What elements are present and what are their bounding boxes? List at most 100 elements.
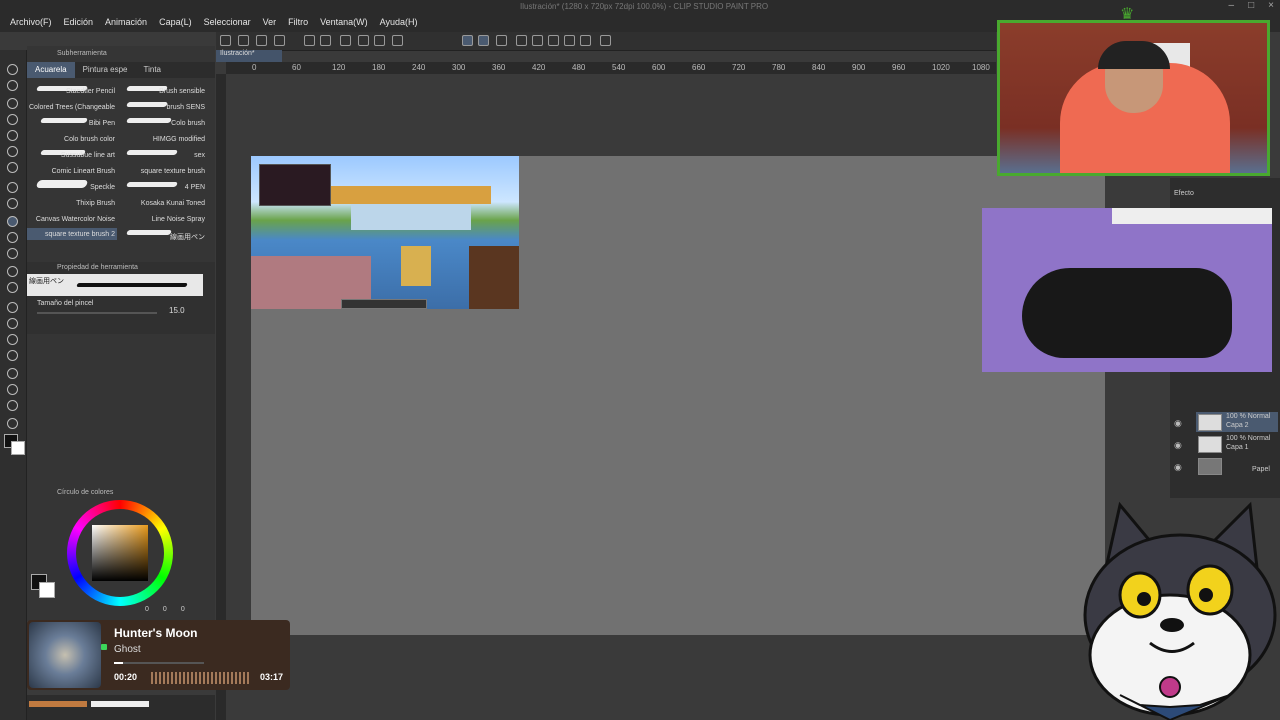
brush-item[interactable]: Canvas Watercolor Noise <box>27 216 115 223</box>
layer-row[interactable]: 100 % Normal Capa 2 <box>1196 412 1278 432</box>
brush-item[interactable]: Sussubue line art <box>27 152 115 159</box>
menu-animacion[interactable]: Animación <box>99 12 153 32</box>
menu-seleccionar[interactable]: Seleccionar <box>198 12 257 32</box>
fit-icon[interactable] <box>548 35 559 46</box>
brush-item-selected[interactable]: square texture brush 2 <box>27 231 115 238</box>
document-tab[interactable]: Ilustración* <box>216 50 282 62</box>
brush-item[interactable]: 線画用ペン <box>117 232 205 242</box>
brush-item[interactable]: HIMGG modified <box>117 136 205 143</box>
magic-wand-icon[interactable] <box>7 146 18 157</box>
move-icon[interactable] <box>564 35 575 46</box>
pencil-tool-icon[interactable] <box>7 198 18 209</box>
fill-icon[interactable] <box>374 35 385 46</box>
tab-pintura-espesa[interactable]: Pintura espe <box>75 62 136 78</box>
sub-color-swatch[interactable] <box>39 582 55 598</box>
color-wheel[interactable] <box>67 500 173 606</box>
brush-item[interactable]: Thixip Brush <box>27 200 115 207</box>
brush-item[interactable]: brush SENS <box>117 104 205 111</box>
horizontal-ruler: 0 60 120 180 240 300 360 420 480 540 600 660 720 780 8… <box>226 62 996 74</box>
reference-icon[interactable] <box>580 35 591 46</box>
open-file-icon[interactable] <box>238 35 249 46</box>
brush-item[interactable]: Kosaka Kunai Toned <box>117 200 205 207</box>
layer-row[interactable]: Papel <box>1196 456 1278 476</box>
menu-ayuda[interactable]: Ayuda(H) <box>374 12 424 32</box>
eyedropper-icon[interactable] <box>7 162 18 173</box>
pen-tool-icon[interactable] <box>7 182 18 193</box>
zoom-tool-icon[interactable] <box>7 64 18 75</box>
brush-size-slider[interactable] <box>37 312 157 314</box>
brush-item[interactable]: Speckle <box>27 184 115 191</box>
ruler-tick-label: 0 <box>252 63 257 72</box>
export-icon[interactable] <box>274 35 285 46</box>
brush-item[interactable]: sex <box>117 152 205 159</box>
menu-edicion[interactable]: Edición <box>58 12 100 32</box>
lasso-tool-icon[interactable] <box>7 130 18 141</box>
brush-item[interactable]: Bibi Pen <box>27 120 115 127</box>
brush-tool-icon[interactable] <box>7 216 18 227</box>
minimize-icon[interactable]: – <box>1229 0 1235 11</box>
rotate-icon[interactable] <box>516 35 527 46</box>
operation-tool-icon[interactable] <box>7 114 18 125</box>
tab-tinta[interactable]: Tinta <box>136 62 170 78</box>
sub-color-swatch[interactable] <box>11 441 25 455</box>
brush-item[interactable]: square texture brush <box>117 168 205 175</box>
eraser-tool-icon[interactable] <box>7 266 18 277</box>
color-wheel-header[interactable]: Círculo de colores <box>57 489 113 496</box>
window-title: Ilustración* (1280 x 720px 72dpi 100.0%)… <box>520 2 769 11</box>
save-icon[interactable] <box>256 35 267 46</box>
saturation-value-square[interactable] <box>92 525 148 581</box>
menu-ver[interactable]: Ver <box>257 12 283 32</box>
cut-icon[interactable] <box>358 35 369 46</box>
tool-strip <box>0 50 27 720</box>
album-art <box>29 622 101 688</box>
snap-ruler-icon[interactable] <box>462 35 473 46</box>
brush-item[interactable]: Staedtler Pencil <box>27 88 115 95</box>
ruler-tool-icon[interactable] <box>7 368 18 379</box>
hand-tool-icon[interactable] <box>7 80 18 91</box>
settings-icon[interactable] <box>600 35 611 46</box>
gradient-tool-icon[interactable] <box>7 318 18 329</box>
subtool-panel: Subherramienta Acuarela Pintura espe Tin… <box>27 46 215 486</box>
brush-item[interactable]: 4 PEN <box>117 184 205 191</box>
blend-tool-icon[interactable] <box>7 282 18 293</box>
brush-item[interactable]: Colored Trees (Changeable <box>27 104 115 111</box>
menu-capa[interactable]: Capa(L) <box>153 12 198 32</box>
frame-tool-icon[interactable] <box>7 350 18 361</box>
ruler-tick-label: 480 <box>572 63 586 72</box>
ruler-tick-label: 600 <box>652 63 666 72</box>
brush-item[interactable]: Colo brush <box>117 120 205 127</box>
brush-item[interactable]: Line Noise Spray <box>117 216 205 223</box>
correct-line-icon[interactable] <box>7 418 18 429</box>
eye-icon[interactable]: ◉ <box>1174 418 1182 429</box>
fill-tool-icon[interactable] <box>7 302 18 313</box>
figure-tool-icon[interactable] <box>7 334 18 345</box>
snap-grid-icon[interactable] <box>478 35 489 46</box>
undo-icon[interactable] <box>304 35 315 46</box>
brush-item[interactable]: Brush sensible <box>117 88 205 95</box>
layer-row[interactable]: 100 % Normal Capa 1 <box>1196 434 1278 454</box>
brush-size-value[interactable]: 15.0 <box>169 306 185 315</box>
new-file-icon[interactable] <box>220 35 231 46</box>
redo-icon[interactable] <box>320 35 331 46</box>
menu-archivo[interactable]: Archivo(F) <box>4 12 58 32</box>
tab-acuarela[interactable]: Acuarela <box>27 62 75 78</box>
decoration-tool-icon[interactable] <box>7 248 18 259</box>
text-tool-icon[interactable] <box>7 384 18 395</box>
move-tool-icon[interactable] <box>7 98 18 109</box>
clear-icon[interactable] <box>340 35 351 46</box>
eye-icon[interactable]: ◉ <box>1174 440 1182 451</box>
close-icon[interactable]: × <box>1268 0 1274 11</box>
pen-pressure-icon[interactable] <box>496 35 507 46</box>
transform-icon[interactable] <box>392 35 403 46</box>
tool-property-header[interactable]: Propiedad de herramienta <box>57 264 138 271</box>
menu-filtro[interactable]: Filtro <box>282 12 314 32</box>
airbrush-tool-icon[interactable] <box>7 232 18 243</box>
menu-ventana[interactable]: Ventana(W) <box>314 12 374 32</box>
eye-icon[interactable]: ◉ <box>1174 462 1182 473</box>
brush-item[interactable]: Colo brush color <box>27 136 115 143</box>
maximize-icon[interactable]: □ <box>1248 0 1254 11</box>
flip-icon[interactable] <box>532 35 543 46</box>
balloon-tool-icon[interactable] <box>7 400 18 411</box>
subtool-header[interactable]: Subherramienta <box>57 50 107 57</box>
brush-item[interactable]: Comic Lineart Brush <box>27 168 115 175</box>
